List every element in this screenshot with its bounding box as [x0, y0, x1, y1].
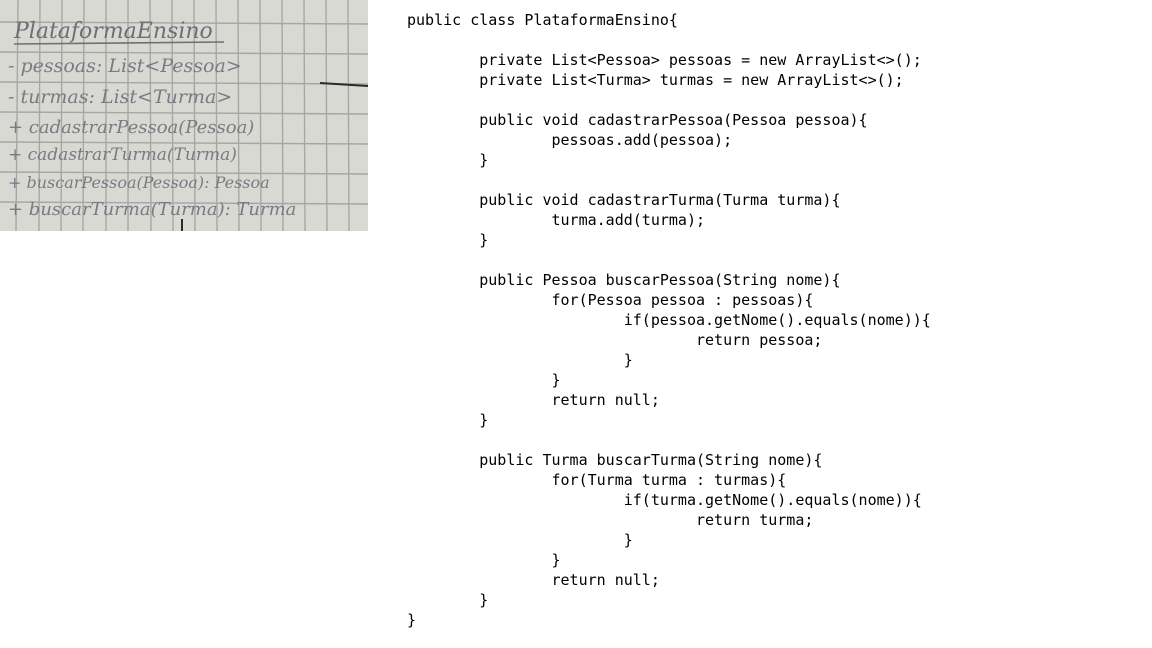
- code-line: return pessoa;: [407, 331, 823, 349]
- java-code-listing: public class PlataformaEnsino{ private L…: [407, 10, 931, 630]
- code-line: return null;: [407, 571, 660, 589]
- code-line: return null;: [407, 391, 660, 409]
- uml-line: + buscarPessoa(Pessoa): Pessoa: [8, 173, 270, 192]
- code-line: }: [407, 551, 561, 569]
- code-line: public void cadastrarTurma(Turma turma){: [407, 191, 841, 209]
- code-line: public void cadastrarPessoa(Pessoa pesso…: [407, 111, 868, 129]
- code-line: private List<Pessoa> pessoas = new Array…: [407, 51, 922, 69]
- code-line: }: [407, 411, 489, 429]
- uml-line: + cadastrarTurma(Turma): [8, 145, 237, 165]
- code-line: }: [407, 151, 489, 169]
- code-line: turma.add(turma);: [407, 211, 706, 229]
- uml-class-name: PlataformaEnsino: [13, 19, 213, 44]
- code-line: public class PlataformaEnsino{: [407, 11, 678, 29]
- code-line: for(Pessoa pessoa : pessoas){: [407, 291, 814, 309]
- uml-line: + cadastrarPessoa(Pessoa): [8, 117, 254, 138]
- code-line: public Turma buscarTurma(String nome){: [407, 451, 823, 469]
- uml-line: - turmas: List<Turma>: [8, 86, 232, 108]
- code-line: }: [407, 531, 633, 549]
- code-line: }: [407, 351, 633, 369]
- uml-line: - pessoas: List<Pessoa>: [8, 55, 242, 77]
- code-line: if(turma.getNome().equals(nome)){: [407, 491, 922, 509]
- code-line: for(Turma turma : turmas){: [407, 471, 787, 489]
- uml-line: + buscarTurma(Turma): Turma: [8, 199, 296, 220]
- handwritten-uml-photo: PlataformaEnsino - pessoas: List<Pessoa>…: [0, 0, 368, 231]
- code-line: }: [407, 231, 489, 249]
- code-line: }: [407, 371, 561, 389]
- code-line: }: [407, 611, 417, 629]
- code-line: }: [407, 591, 489, 609]
- notebook-paper: PlataformaEnsino - pessoas: List<Pessoa>…: [0, 0, 368, 231]
- code-line: public Pessoa buscarPessoa(String nome){: [407, 271, 841, 289]
- code-line: if(pessoa.getNome().equals(nome)){: [407, 311, 931, 329]
- code-line: return turma;: [407, 511, 814, 529]
- code-line: private List<Turma> turmas = new ArrayLi…: [407, 71, 904, 89]
- code-line: pessoas.add(pessoa);: [407, 131, 733, 149]
